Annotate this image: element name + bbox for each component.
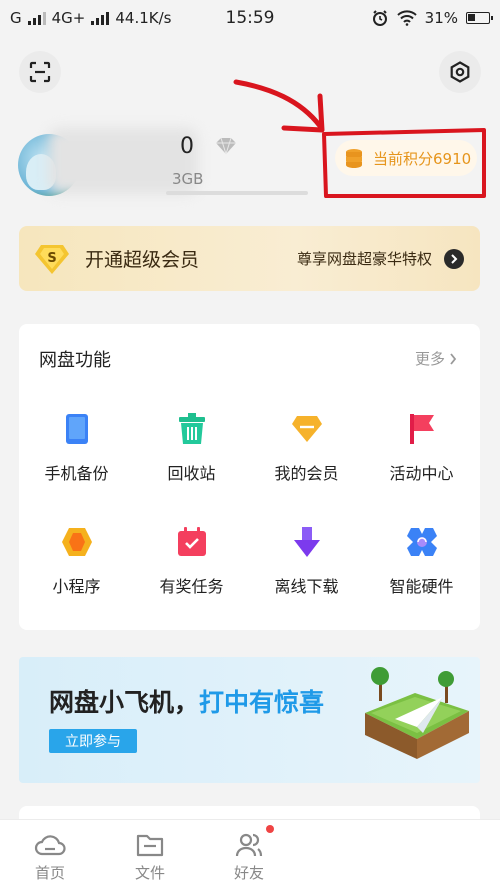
feature-label: 小程序 <box>52 577 101 596</box>
alarm-icon <box>372 10 387 26</box>
promo-banner[interactable]: 网盘小飞机，打中有惊喜 立即参与 <box>19 657 480 783</box>
mini-program-icon <box>60 525 94 559</box>
feature-mini-program[interactable]: 小程序 <box>19 525 134 597</box>
more-label: 更多 <box>415 350 446 368</box>
home-cloud-icon <box>34 835 66 856</box>
more-link[interactable]: 更多 <box>415 348 457 369</box>
username-tail[interactable]: 0 <box>180 134 194 159</box>
feature-card-title: 网盘功能 <box>39 350 111 371</box>
carrier-label: G <box>10 9 22 27</box>
tab-home[interactable]: 首页 <box>20 832 80 883</box>
network-type-label: 4G+ <box>51 9 86 27</box>
folder-icon <box>136 834 164 857</box>
coin-stack-icon <box>346 149 362 168</box>
signal-icon <box>27 11 46 25</box>
membership-icon <box>290 412 324 446</box>
settings-button[interactable] <box>439 51 481 93</box>
clock: 15:59 <box>225 8 275 28</box>
feature-recycle-bin[interactable]: 回收站 <box>134 412 249 484</box>
scan-icon <box>29 61 51 83</box>
battery-level: 31% <box>424 9 458 27</box>
feature-label: 我的会员 <box>274 464 339 483</box>
signal-icon-2 <box>91 11 110 25</box>
feature-offline-download[interactable]: 离线下载 <box>249 525 364 597</box>
status-bar: G 4G+ 44.1K/s 15:59 31% <box>0 0 500 36</box>
network-speed: 44.1K/s <box>115 9 172 27</box>
scan-button[interactable] <box>19 51 61 93</box>
paper-plane-island-illustration <box>365 667 469 759</box>
smart-hardware-icon <box>405 525 439 559</box>
reward-task-icon <box>175 525 209 559</box>
feature-card: 网盘功能 更多 手机备份 回收站 我的会员 活动中心 小程序 有奖任务 离线下载… <box>19 324 480 630</box>
promo-title-part1: 网盘小飞机， <box>49 688 200 717</box>
activity-flag-icon <box>405 412 439 446</box>
phone-backup-icon <box>60 412 94 446</box>
tab-files[interactable]: 文件 <box>120 832 180 883</box>
tab-friends[interactable]: 好友 <box>219 832 279 883</box>
feature-reward-task[interactable]: 有奖任务 <box>134 525 249 597</box>
tab-label: 文件 <box>134 864 165 882</box>
vip-badge-letter: S <box>47 251 56 266</box>
super-vip-badge-icon: S <box>35 244 69 274</box>
offline-download-icon <box>290 525 324 559</box>
recycle-bin-icon <box>175 412 209 446</box>
feature-label: 智能硬件 <box>389 577 454 596</box>
storage-usage-text: 3GB <box>172 170 204 188</box>
vip-diamond-icon <box>216 137 236 155</box>
notification-dot <box>266 825 274 833</box>
tab-label: 首页 <box>34 864 65 882</box>
feature-label: 手机备份 <box>44 464 109 483</box>
chevron-right-icon <box>444 248 464 269</box>
join-now-button[interactable]: 立即参与 <box>49 729 137 753</box>
tab-label: 好友 <box>233 864 264 882</box>
promo-title: 网盘小飞机，打中有惊喜 <box>49 683 324 719</box>
feature-activity-center[interactable]: 活动中心 <box>364 412 479 484</box>
vip-banner[interactable]: S 开通超级会员 尊享网盘超豪华特权 <box>19 226 480 291</box>
points-label: 当前积分6910 <box>373 149 472 168</box>
feature-membership[interactable]: 我的会员 <box>249 412 364 484</box>
feature-label: 活动中心 <box>389 464 454 483</box>
promo-title-highlight: 打中有惊喜 <box>199 688 325 717</box>
battery-icon <box>466 12 493 24</box>
feature-phone-backup[interactable]: 手机备份 <box>19 412 134 484</box>
points-button[interactable]: 当前积分6910 <box>335 140 477 176</box>
feature-label: 回收站 <box>167 464 216 483</box>
feature-label: 离线下载 <box>274 577 339 596</box>
feature-label: 有奖任务 <box>159 577 224 596</box>
storage-progress-bar <box>166 191 308 195</box>
bottom-tab-bar: 首页 文件 好友 <box>0 819 500 889</box>
vip-title: 开通超级会员 <box>85 249 200 271</box>
feature-smart-hardware[interactable]: 智能硬件 <box>364 525 479 597</box>
gear-icon <box>450 61 470 83</box>
vip-subtitle: 尊享网盘超豪华特权 <box>296 250 432 268</box>
wifi-icon <box>396 10 417 26</box>
chevron-right-icon <box>450 352 457 365</box>
friends-icon <box>235 833 263 857</box>
